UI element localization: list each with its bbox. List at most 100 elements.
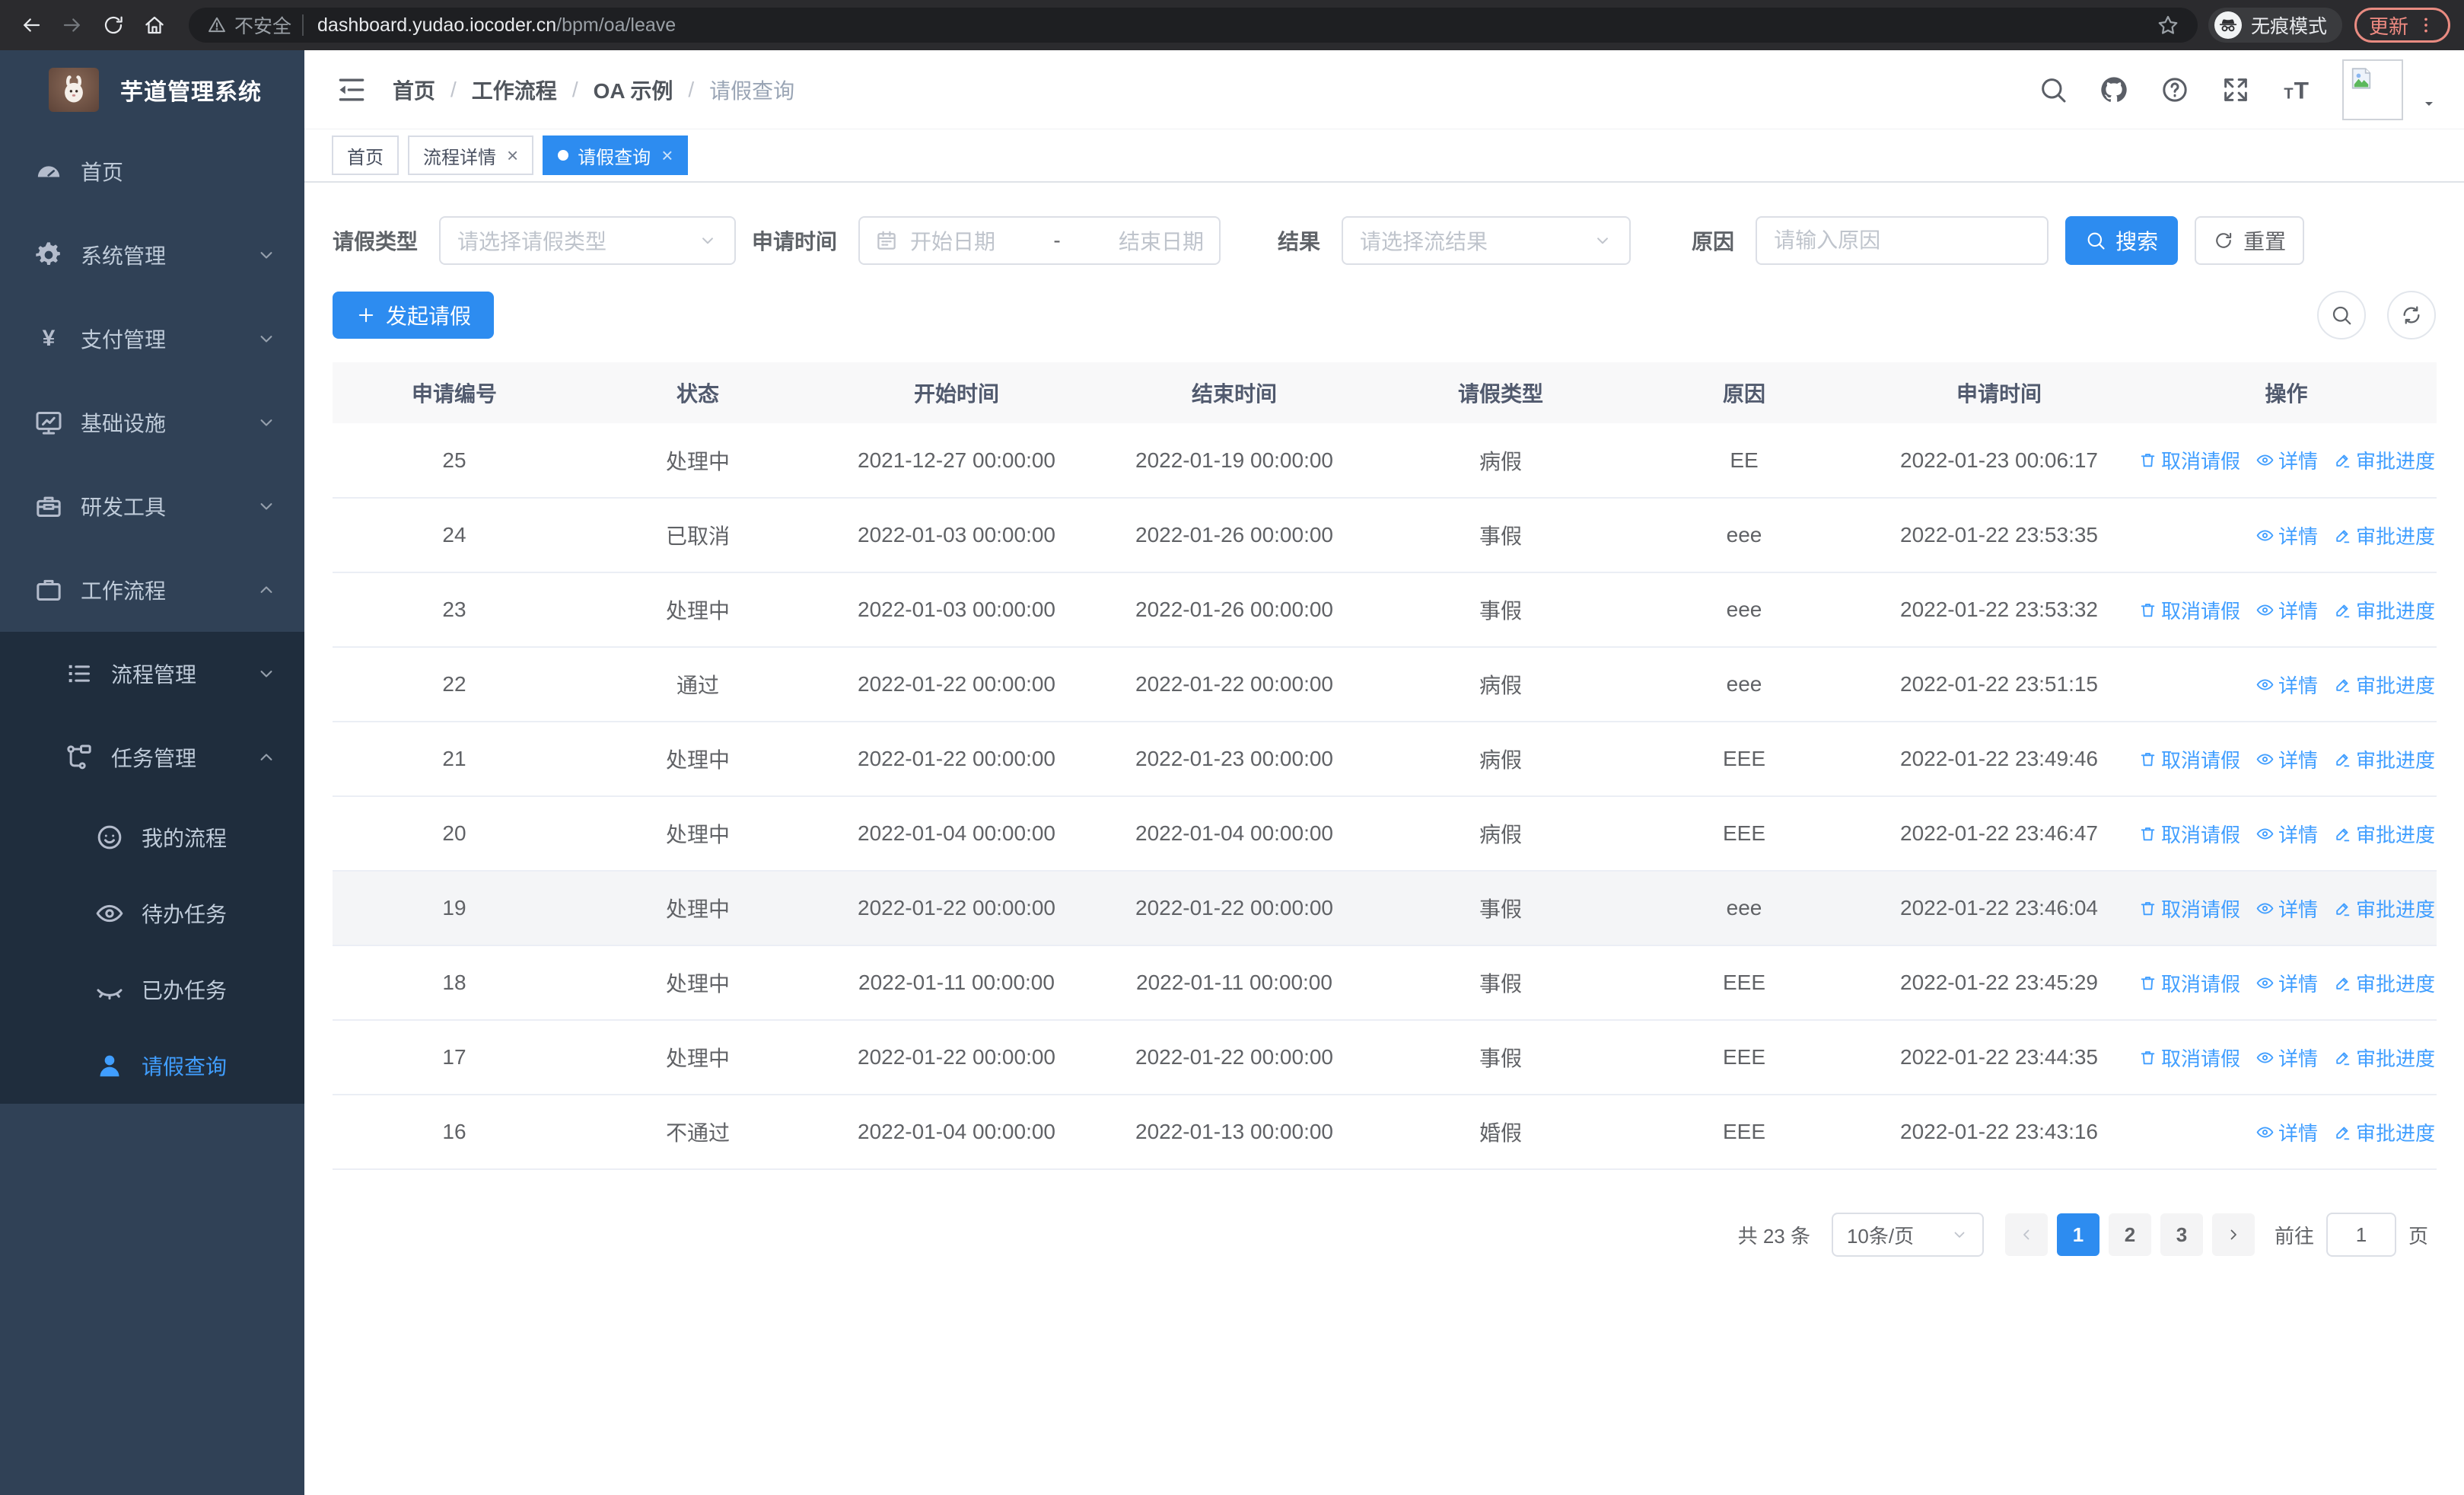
action-approval-progress[interactable]: 审批进度 [2333, 820, 2435, 848]
result-placeholder: 请选择流结果 [1360, 230, 1488, 253]
show-search-button[interactable] [2317, 291, 2366, 339]
pagination-page-2[interactable]: 2 [2108, 1213, 2151, 1256]
refresh-table-button[interactable] [2387, 291, 2436, 339]
action-detail[interactable]: 详情 [2255, 894, 2318, 923]
action-approval-progress[interactable]: 审批进度 [2333, 446, 2435, 474]
action-detail[interactable]: 详情 [2255, 745, 2318, 773]
goto-page-input[interactable] [2326, 1213, 2396, 1257]
sidebar-item-my-process[interactable]: 我的流程 [0, 799, 304, 875]
search-icon[interactable] [2038, 75, 2068, 105]
menu-dots-icon[interactable] [2416, 15, 2436, 35]
sidebar-item-workflow[interactable]: 工作流程 [0, 548, 304, 632]
chevron-down-icon [256, 244, 277, 266]
breadcrumb-item[interactable]: OA 示例 [594, 75, 673, 105]
sidebar-item-infrastructure[interactable]: 基础设施 [0, 381, 304, 464]
gear-icon [30, 240, 67, 270]
chevron-down-icon [256, 328, 277, 349]
home-icon[interactable] [137, 8, 172, 43]
tab-home[interactable]: 首页 [332, 135, 399, 175]
action-approval-progress[interactable]: 审批进度 [2333, 671, 2435, 699]
fullscreen-icon[interactable] [2220, 75, 2251, 105]
action-detail[interactable]: 详情 [2255, 1118, 2318, 1146]
action-approval-progress[interactable]: 审批进度 [2333, 969, 2435, 997]
avatar-caret-icon[interactable] [2420, 94, 2438, 113]
font-size-icon[interactable]: TT [2281, 75, 2312, 105]
address-bar[interactable]: 不安全 dashboard.yudao.iocoder.cn /bpm/oa/l… [189, 8, 2198, 43]
pagination-next-button[interactable] [2211, 1213, 2255, 1256]
action-detail[interactable]: 详情 [2255, 446, 2318, 474]
bookmark-star-icon[interactable] [2157, 14, 2179, 37]
action-detail[interactable]: 详情 [2255, 671, 2318, 699]
breadcrumb-item[interactable]: 工作流程 [472, 75, 557, 105]
action-detail[interactable]: 详情 [2255, 969, 2318, 997]
end-date-placeholder: 结束日期 [1119, 230, 1205, 253]
forward-icon[interactable] [55, 8, 90, 43]
back-icon[interactable] [14, 8, 49, 43]
eye-icon [2255, 1123, 2275, 1142]
action-approval-progress[interactable]: 审批进度 [2333, 745, 2435, 773]
action-approval-progress[interactable]: 审批进度 [2333, 894, 2435, 923]
action-approval-progress[interactable]: 审批进度 [2333, 596, 2435, 624]
search-icon [2085, 230, 2106, 251]
tab-leave-query[interactable]: 请假查询 × [543, 135, 689, 175]
sidebar-item-leave-query[interactable]: 请假查询 [0, 1028, 304, 1104]
monitor-icon [30, 407, 67, 438]
cell-leave-type: 事假 [1375, 1020, 1626, 1095]
sidebar-menu: 首页 系统管理 ¥ 支付管理 基础设施 研发工具 工作流程 流程管理 任务管理 我的流程 待办任务已… [0, 129, 304, 1104]
browser-update-button[interactable]: 更新 [2354, 8, 2450, 43]
sidebar-item-todo-tasks[interactable]: 待办任务 [0, 875, 304, 952]
help-icon[interactable] [2160, 75, 2190, 105]
breadcrumb: 首页 / 工作流程 / OA 示例 / 请假查询 [393, 75, 794, 105]
sidebar-item-system-management[interactable]: 系统管理 [0, 213, 304, 297]
page-size-select[interactable]: 10条/页 [1831, 1213, 1984, 1257]
pagination-prev-button[interactable] [2004, 1213, 2048, 1256]
face-icon [91, 822, 128, 853]
total-count: 共 23 条 [1737, 1224, 1810, 1248]
action-cancel-leave[interactable]: 取消请假 [2138, 1044, 2240, 1072]
leave-table: 申请编号 状态 开始时间 结束时间 请假类型 原因 申请时间 操作 25 处理中 2021-12-… [333, 362, 2437, 1170]
table-row: 24 已取消 2022-01-03 00:00:00 2022-01-26 00:00… [333, 498, 2437, 573]
action-cancel-leave[interactable]: 取消请假 [2138, 446, 2240, 474]
sidebar-item-process-management[interactable]: 流程管理 [0, 632, 304, 716]
tab-process-detail[interactable]: 流程详情 × [408, 135, 534, 175]
pagination-page-1[interactable]: 1 [2056, 1213, 2099, 1256]
action-detail[interactable]: 详情 [2255, 1044, 2318, 1072]
apply-time-range-picker[interactable]: 开始日期 - 结束日期 [858, 216, 1221, 265]
action-cancel-leave[interactable]: 取消请假 [2138, 969, 2240, 997]
action-detail[interactable]: 详情 [2255, 596, 2318, 624]
sidebar-item-home[interactable]: 首页 [0, 129, 304, 213]
cell-end-time: 2022-01-22 00:00:00 [1094, 1020, 1375, 1095]
action-approval-progress[interactable]: 审批进度 [2333, 521, 2435, 550]
flow-icon [61, 742, 97, 773]
avatar[interactable] [2342, 59, 2403, 120]
leave-type-select[interactable]: 请选择请假类型 [439, 216, 737, 265]
action-cancel-leave[interactable]: 取消请假 [2138, 894, 2240, 923]
reset-button[interactable]: 重置 [2195, 216, 2305, 265]
breadcrumb-item[interactable]: 首页 [393, 75, 435, 105]
sidebar-item-task-management[interactable]: 任务管理 [0, 716, 304, 799]
action-detail[interactable]: 详情 [2255, 521, 2318, 550]
tab-label: 首页 [347, 147, 384, 168]
pagination-page-3[interactable]: 3 [2160, 1213, 2203, 1256]
sidebar-item-dev-tools[interactable]: 研发工具 [0, 464, 304, 548]
sidebar-item-payment-management[interactable]: ¥ 支付管理 [0, 297, 304, 381]
action-detail[interactable]: 详情 [2255, 820, 2318, 848]
reason-input[interactable] [1756, 216, 2049, 265]
reload-icon[interactable] [96, 8, 131, 43]
cell-apply-id: 16 [333, 1095, 576, 1170]
search-button[interactable]: 搜索 [2065, 216, 2179, 265]
close-icon[interactable]: × [661, 145, 673, 165]
action-approval-progress[interactable]: 审批进度 [2333, 1118, 2435, 1146]
close-icon[interactable]: × [507, 145, 518, 165]
action-cancel-leave[interactable]: 取消请假 [2138, 745, 2240, 773]
app-logo-row[interactable]: 芋道管理系统 [0, 50, 304, 129]
sidebar-item-done-tasks[interactable]: 已办任务 [0, 952, 304, 1028]
collapse-sidebar-icon[interactable] [335, 73, 368, 107]
not-secure-icon[interactable] [207, 15, 227, 35]
action-cancel-leave[interactable]: 取消请假 [2138, 820, 2240, 848]
create-leave-button[interactable]: 发起请假 [333, 292, 495, 339]
action-cancel-leave[interactable]: 取消请假 [2138, 596, 2240, 624]
result-select[interactable]: 请选择流结果 [1342, 216, 1632, 265]
github-icon[interactable] [2099, 75, 2129, 105]
action-approval-progress[interactable]: 审批进度 [2333, 1044, 2435, 1072]
